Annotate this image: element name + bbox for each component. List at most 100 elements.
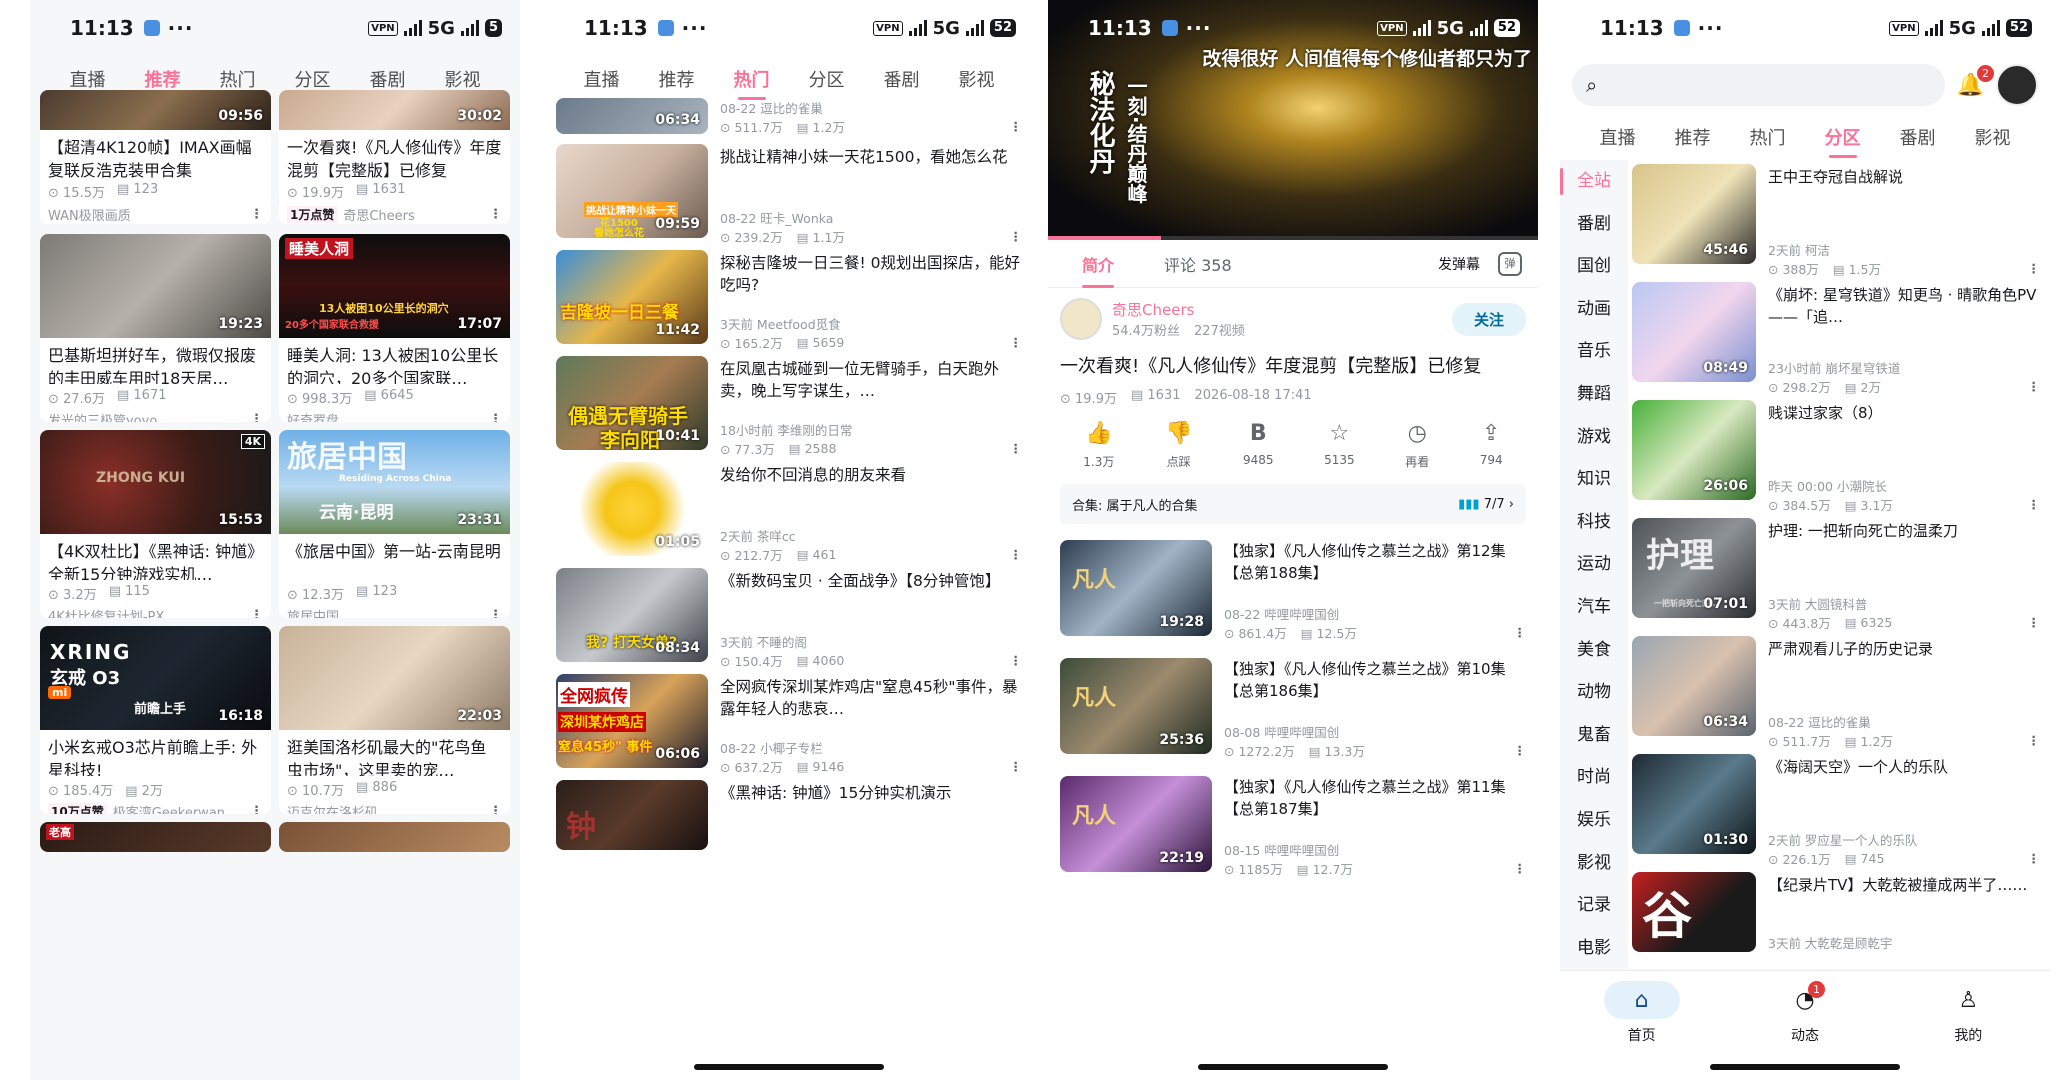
more-options-icon[interactable]: ⋮: [1010, 653, 1023, 668]
category-item[interactable]: 动画: [1560, 288, 1628, 331]
collection-row[interactable]: 合集: 属于凡人的合集 ▮▮▮ 7/7 ›: [1060, 484, 1526, 524]
video-thumbnail[interactable]: XRING 玄戒 O3 mi 前瞻上手 16:18: [40, 626, 271, 730]
tab-hot[interactable]: 热门: [730, 58, 774, 100]
category-item[interactable]: 美食: [1560, 629, 1628, 672]
video-card[interactable]: 09:56 【超清4K120帧】IMAX画幅复联反浩克装甲合集 ⊙ 15.5万 ▤…: [40, 90, 271, 206]
nav-home[interactable]: ⌂ 首页: [1603, 981, 1680, 1080]
video-title[interactable]: 《新数码宝贝 · 全面战争》【8分钟管饱】: [720, 570, 1022, 614]
share-button[interactable]: ⇪ 794: [1480, 421, 1503, 470]
video-title[interactable]: 王中王夺冠自战解说: [1768, 166, 2040, 210]
tab-category[interactable]: 分区: [1821, 116, 1865, 158]
video-thumbnail[interactable]: 吉隆坡一日三餐 11:42: [556, 250, 708, 344]
more-options-icon[interactable]: ⋮: [250, 412, 263, 422]
dislike-button[interactable]: 👎 点踩: [1165, 421, 1192, 470]
category-item[interactable]: 国创: [1560, 245, 1628, 288]
tab-category[interactable]: 分区: [805, 58, 849, 100]
video-thumbnail[interactable]: 全网疯传 深圳某炸鸡店 窒息45秒" 事件 06:06: [556, 674, 708, 768]
more-options-icon[interactable]: ⋮: [1010, 759, 1023, 774]
more-options-icon[interactable]: ⋮: [1010, 547, 1023, 562]
video-card[interactable]: ZHONG KUI 4K 15:53 【4K双杜比】《黑神话: 钟馗》全新15分…: [40, 430, 271, 618]
more-options-icon[interactable]: ⋮: [250, 207, 263, 222]
video-author[interactable]: 极客湾Geekerwan: [113, 802, 225, 814]
send-danmaku-button[interactable]: 发弹幕: [1438, 254, 1480, 274]
video-thumbnail[interactable]: 老高: [40, 822, 271, 852]
avatar[interactable]: [1996, 64, 2038, 106]
video-player[interactable]: 11:13 ··· VPN 5G 52 改得很好 人间值得每个修仙者都只为了 秘…: [1048, 0, 1538, 240]
category-item[interactable]: 游戏: [1560, 416, 1628, 459]
more-options-icon[interactable]: ⋮: [250, 608, 263, 618]
video-thumbnail[interactable]: 22:03: [279, 626, 510, 730]
video-thumbnail[interactable]: 01:30: [1632, 754, 1756, 854]
video-card[interactable]: 老高: [40, 822, 271, 852]
video-thumbnail[interactable]: ZHONG KUI 4K 15:53: [40, 430, 271, 534]
list-item[interactable]: 全网疯传 深圳某炸鸡店 窒息45秒" 事件 06:06 全网疯传深圳某炸鸡店"窒…: [544, 674, 1034, 780]
gesture-bar[interactable]: [694, 1064, 884, 1070]
list-item[interactable]: 01:05 发给你不回消息的朋友来看 2天前 茶咩cc ⊙ 212.7万 ▤ 46…: [544, 462, 1034, 568]
tab-anime[interactable]: 番剧: [880, 58, 924, 100]
video-title[interactable]: 【独家】《凡人修仙传之慕兰之战》第10集【总第186集】: [1224, 658, 1526, 702]
nav-profile[interactable]: ♙ 我的: [1930, 981, 2006, 1080]
video-thumbnail[interactable]: 我? 打天女兽? 08:34: [556, 568, 708, 662]
video-title[interactable]: 贱谍过家家（8）: [1768, 402, 2040, 446]
more-options-icon[interactable]: ⋮: [1010, 119, 1023, 134]
video-thumbnail[interactable]: 睡美人洞 13人被困10公里长的洞穴 20多个国家联合救援 17:07: [279, 234, 510, 338]
more-options-icon[interactable]: ⋮: [2028, 497, 2041, 512]
gesture-bar[interactable]: [1710, 1064, 1900, 1070]
related-item[interactable]: 凡人 19:28 【独家】《凡人修仙传之慕兰之战》第12集【总第188集】 08…: [1048, 540, 1538, 646]
tab-comments[interactable]: 评论 358: [1164, 252, 1232, 276]
tab-hot[interactable]: 热门: [1746, 116, 1790, 158]
list-item[interactable]: 06:34 严肃观看儿子的历史记录 08-22 逗比的雀巢 ⊙ 511.7万 ▤ …: [1628, 636, 2050, 754]
video-thumbnail[interactable]: 45:46: [1632, 164, 1756, 264]
video-title[interactable]: 挑战让精神小妹一天花1500，看她怎么花: [720, 146, 1022, 190]
tab-recommend[interactable]: 推荐: [1671, 116, 1715, 158]
video-author[interactable]: 奇思Cheers: [343, 205, 414, 224]
category-item[interactable]: 记录: [1560, 884, 1628, 927]
video-thumbnail[interactable]: 06:34: [1632, 636, 1756, 736]
video-title[interactable]: 小米玄戒O3芯片前瞻上手: 外星科技!: [40, 730, 271, 776]
category-item[interactable]: 番剧: [1560, 203, 1628, 246]
more-options-icon[interactable]: ⋮: [1010, 441, 1023, 456]
list-item[interactable]: 08:49 《崩坏: 星穹铁道》知更鸟 · 晴歌角色PV——「追… 23小时前 …: [1628, 282, 2050, 400]
video-thumbnail[interactable]: 01:05: [556, 462, 708, 556]
video-title[interactable]: 睡美人洞: 13人被困10公里长的洞穴，20多个国家联…: [279, 338, 510, 384]
list-item[interactable]: 护理 一把斩向死亡的… 07:01 护理: 一把斩向死亡的温柔刀 3天前 大圆镜…: [1628, 518, 2050, 636]
list-item[interactable]: 钟 《黑神话: 钟馗》15分钟实机演示: [544, 780, 1034, 850]
category-all[interactable]: 全站: [1560, 160, 1628, 203]
list-item[interactable]: 01:30 《海阔天空》一个人的乐队 2天前 罗应星一个人的乐队 ⊙ 226.1…: [1628, 754, 2050, 872]
video-card[interactable]: XRING 玄戒 O3 mi 前瞻上手 16:18 小米玄戒O3芯片前瞻上手: …: [40, 626, 271, 814]
list-item[interactable]: 06:34 08-22 逗比的雀巢 ⊙ 511.7万 ▤ 1.2万 ⋮: [544, 98, 1034, 144]
video-title[interactable]: 逛美国洛杉矶最大的"花鸟鱼虫市场"，这里卖的宠…: [279, 730, 510, 776]
more-options-icon[interactable]: ⋮: [2028, 615, 2041, 630]
video-title[interactable]: 【4K双杜比】《黑神话: 钟馗》全新15分钟游戏实机…: [40, 534, 271, 580]
danmaku-toggle-icon[interactable]: 弹: [1498, 251, 1522, 276]
video-title[interactable]: 《旅居中国》第一站-云南昆明: [279, 534, 510, 580]
video-title[interactable]: 一次看爽!《凡人修仙传》年度混剪【完整版】已修复: [279, 130, 510, 178]
bell-icon[interactable]: 🔔 2: [1957, 64, 1994, 98]
video-author[interactable]: WAN极限画质: [48, 205, 131, 224]
gesture-bar[interactable]: [1198, 1064, 1388, 1070]
more-options-icon[interactable]: ⋮: [489, 412, 502, 422]
more-options-icon[interactable]: ⋮: [489, 804, 502, 814]
video-card[interactable]: 旅居中国 Residing Across China 云南·昆明 23:31 《…: [279, 430, 510, 618]
tab-intro[interactable]: 简介: [1082, 252, 1115, 288]
video-thumbnail[interactable]: 09:56: [40, 90, 271, 130]
more-options-icon[interactable]: ⋮: [2028, 261, 2041, 276]
list-item[interactable]: 45:46 王中王夺冠自战解说 2天前 柯洁 ⊙ 388万 ▤ 1.5万 ⋮: [1628, 164, 2050, 282]
video-card[interactable]: 睡美人洞 13人被困10公里长的洞穴 20多个国家联合救援 17:07 睡美人洞…: [279, 234, 510, 422]
list-item[interactable]: 挑战让精神小妹一天 花1500 看她怎么花 09:59 挑战让精神小妹一天花15…: [544, 144, 1034, 250]
more-options-icon[interactable]: ⋮: [2028, 733, 2041, 748]
video-title[interactable]: 全网疯传深圳某炸鸡店"窒息45秒"事件，暴露年轻人的悲哀…: [720, 676, 1022, 720]
video-title[interactable]: 发给你不回消息的朋友来看: [720, 464, 1022, 508]
tab-anime[interactable]: 番剧: [1896, 116, 1940, 158]
list-item[interactable]: 谷 【纪录片TV】大乾乾被撞成两半了…… 3天前 大乾乾是顾乾宇: [1628, 872, 2050, 952]
tab-film[interactable]: 影视: [1971, 116, 2015, 158]
video-card[interactable]: 22:03 逛美国洛杉矶最大的"花鸟鱼虫市场"，这里卖的宠… ⊙ 10.7万 ▤ …: [279, 626, 510, 814]
video-title[interactable]: 护理: 一把斩向死亡的温柔刀: [1768, 520, 2040, 564]
video-thumbnail[interactable]: 26:06: [1632, 400, 1756, 500]
category-item[interactable]: 舞蹈: [1560, 373, 1628, 416]
video-title[interactable]: 《黑神话: 钟馗》15分钟实机演示: [720, 782, 1022, 826]
video-author[interactable]: 迈克尔在洛杉矶: [287, 802, 378, 814]
favorite-button[interactable]: ☆ 5135: [1324, 421, 1355, 470]
video-progress-bar[interactable]: [1048, 236, 1538, 240]
video-card[interactable]: 30:02 一次看爽!《凡人修仙传》年度混剪【完整版】已修复 ⊙ 19.9万 ▤ …: [279, 90, 510, 206]
